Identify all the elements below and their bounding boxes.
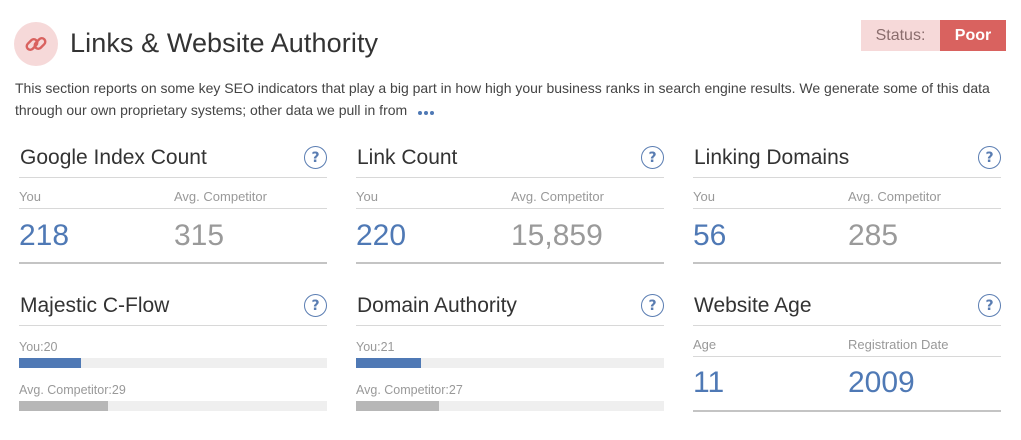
avg-competitor-label: Avg. Competitor [174, 189, 267, 204]
question-icon[interactable]: ? [304, 146, 327, 169]
section-title: Links & Website Authority [70, 28, 379, 58]
avg-competitor-label: Avg. Competitor [511, 189, 604, 204]
divider [19, 325, 327, 326]
avg-competitor-value: 15,859 [511, 219, 603, 252]
divider [693, 356, 1001, 357]
status-value: Poor [940, 20, 1006, 51]
you-bar [356, 358, 421, 368]
age-label: Age [693, 337, 717, 352]
google-index-card: Google Index Count ? You Avg. Competitor… [19, 146, 327, 266]
you-value: 56 [693, 219, 727, 252]
avg-bar-label: Avg. Competitor:27 [356, 383, 463, 397]
you-label: You [356, 189, 378, 204]
description-text: This section reports on some key SEO ind… [15, 80, 990, 118]
divider [693, 177, 1001, 178]
you-bar-track [356, 358, 664, 368]
divider [693, 262, 1001, 264]
link-icon [14, 22, 58, 66]
divider [693, 208, 1001, 209]
you-value: 220 [356, 219, 407, 252]
question-icon[interactable]: ? [978, 146, 1001, 169]
divider [693, 325, 1001, 326]
card-title: Link Count [357, 146, 458, 169]
you-bar-track [19, 358, 327, 368]
card-title: Linking Domains [694, 146, 850, 169]
website-age-card: Website Age ? Age Registration Date 11 2… [693, 294, 1001, 414]
divider [356, 177, 664, 178]
divider [356, 208, 664, 209]
status-label: Status: [861, 20, 940, 51]
you-value: 218 [19, 219, 70, 252]
majestic-cflow-card: Majestic C-Flow ? You:20 Avg. Competitor… [19, 294, 327, 414]
divider [693, 410, 1001, 412]
linking-domains-card: Linking Domains ? You Avg. Competitor 56… [693, 146, 1001, 266]
age-value: 11 [693, 366, 725, 399]
divider [19, 177, 327, 178]
card-title: Google Index Count [20, 146, 207, 169]
section-header: Links & Website Authority Status: Poor [14, 20, 1006, 68]
avg-competitor-value: 285 [848, 219, 899, 252]
domain-authority-card: Domain Authority ? You:21 Avg. Competito… [356, 294, 664, 414]
question-icon[interactable]: ? [641, 294, 664, 317]
registration-date-value: 2009 [848, 366, 915, 399]
status-badge: Status: Poor [861, 20, 1006, 51]
question-icon[interactable]: ? [978, 294, 1001, 317]
avg-bar-track [19, 401, 327, 411]
card-title: Domain Authority [357, 294, 517, 317]
you-bar [19, 358, 81, 368]
divider [356, 262, 664, 264]
question-icon[interactable]: ? [304, 294, 327, 317]
registration-date-label: Registration Date [848, 337, 949, 352]
divider [19, 262, 327, 264]
card-title: Majestic C-Flow [20, 294, 170, 317]
card-title: Website Age [694, 294, 812, 317]
link-count-card: Link Count ? You Avg. Competitor 220 15,… [356, 146, 664, 266]
question-icon[interactable]: ? [641, 146, 664, 169]
avg-bar-label: Avg. Competitor:29 [19, 383, 126, 397]
divider [19, 208, 327, 209]
avg-competitor-label: Avg. Competitor [848, 189, 941, 204]
more-dots-icon[interactable] [417, 100, 435, 122]
you-label: You [19, 189, 41, 204]
avg-competitor-value: 315 [174, 219, 225, 252]
avg-competitor-bar [19, 401, 109, 411]
section-description: This section reports on some key SEO ind… [15, 77, 1005, 122]
avg-competitor-bar [356, 401, 440, 411]
divider [356, 325, 664, 326]
avg-bar-track [356, 401, 664, 411]
you-bar-label: You:21 [356, 340, 395, 354]
you-bar-label: You:20 [19, 340, 58, 354]
you-label: You [693, 189, 715, 204]
